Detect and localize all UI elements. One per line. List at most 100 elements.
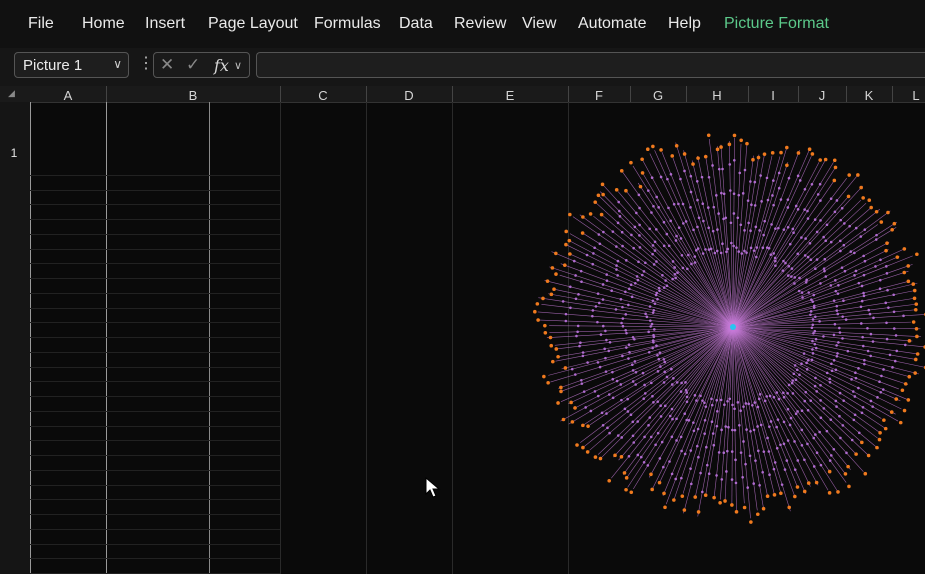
graph-node <box>827 491 832 495</box>
graph-node <box>572 259 576 263</box>
graph-node <box>815 390 819 393</box>
column-header-l[interactable]: L <box>892 88 925 103</box>
graph-node <box>621 354 624 358</box>
select-all-corner-icon[interactable]: ◢ <box>8 88 15 99</box>
tab-view[interactable]: View <box>522 15 556 33</box>
column-header-i[interactable]: I <box>748 88 798 103</box>
graph-node <box>670 154 675 158</box>
graph-node <box>753 401 757 404</box>
insert-function-icon[interactable]: fx <box>214 56 229 75</box>
graph-node <box>629 413 633 417</box>
tab-review[interactable]: Review <box>454 15 506 33</box>
graph-edge <box>732 326 887 430</box>
graph-node <box>648 305 652 308</box>
graph-node <box>730 450 734 453</box>
tab-data[interactable]: Data <box>399 15 433 33</box>
graph-node <box>767 246 771 250</box>
graph-node <box>617 200 620 204</box>
column-header-f[interactable]: F <box>568 88 630 103</box>
column-header-j[interactable]: J <box>798 88 846 103</box>
graph-node <box>631 369 635 372</box>
tab-help[interactable]: Help <box>668 15 701 33</box>
graph-node <box>750 203 753 206</box>
column-header-d[interactable]: D <box>366 88 452 103</box>
column-header-a[interactable]: A <box>30 88 106 103</box>
tab-home[interactable]: Home <box>82 15 125 33</box>
graph-node <box>723 499 727 503</box>
column-header-h[interactable]: H <box>686 88 748 103</box>
graph-node <box>618 215 622 218</box>
graph-node <box>767 450 771 453</box>
graph-node <box>605 338 608 342</box>
row-gridline <box>30 174 280 176</box>
graph-node <box>874 238 878 241</box>
graph-node <box>732 192 736 196</box>
graph-node <box>903 382 908 386</box>
graph-node <box>869 399 873 403</box>
graph-node <box>644 312 647 316</box>
column-header-e[interactable]: E <box>452 88 568 103</box>
column-header-k[interactable]: K <box>846 88 892 103</box>
graph-node <box>651 394 654 398</box>
graph-node <box>811 318 815 321</box>
chevron-down-icon[interactable]: ∨ <box>234 59 242 72</box>
graph-node <box>682 152 687 156</box>
graph-node <box>724 216 728 220</box>
graph-node <box>907 339 912 343</box>
graph-node <box>775 425 778 429</box>
graph-node <box>627 357 630 360</box>
graph-node <box>686 267 689 271</box>
graph-node <box>611 370 614 374</box>
name-box-value: Picture 1 <box>23 57 83 74</box>
graph-node <box>672 376 675 380</box>
graph-node <box>554 272 558 276</box>
graph-node <box>777 171 781 175</box>
tab-formulas[interactable]: Formulas <box>314 15 381 33</box>
column-header-c[interactable]: C <box>280 88 366 103</box>
graph-node <box>581 445 585 450</box>
graph-node <box>798 276 801 280</box>
graph-node <box>856 173 860 177</box>
formula-input[interactable] <box>256 52 925 78</box>
cancel-icon[interactable]: ✕ <box>160 55 174 75</box>
graph-node <box>832 178 837 183</box>
graph-node <box>659 365 662 368</box>
graph-node <box>584 406 587 409</box>
graph-node <box>715 398 719 402</box>
graph-edge <box>732 326 899 390</box>
graph-node <box>876 396 879 399</box>
graph-node <box>636 453 640 457</box>
graph-node <box>675 234 678 238</box>
graph-node <box>680 449 683 453</box>
graph-node <box>836 312 840 316</box>
tab-picture-format[interactable]: Picture Format <box>724 15 829 33</box>
graph-node <box>797 289 801 293</box>
graph-node <box>651 252 654 256</box>
graph-node <box>853 395 857 398</box>
graph-node <box>889 410 894 414</box>
graph-node <box>787 264 791 268</box>
graph-node <box>585 253 589 257</box>
graph-node <box>912 288 917 293</box>
graph-node <box>589 409 593 413</box>
column-header-b[interactable]: B <box>106 88 280 103</box>
more-options-icon[interactable]: ⋮ <box>138 53 154 73</box>
chevron-down-icon[interactable]: ∨ <box>113 57 122 71</box>
network-graph-picture[interactable] <box>0 102 925 574</box>
tab-page-layout[interactable]: Page Layout <box>208 15 298 33</box>
tab-insert[interactable]: Insert <box>145 15 185 33</box>
graph-node <box>737 250 741 253</box>
graph-node <box>786 407 790 411</box>
graph-node <box>696 198 699 202</box>
name-box[interactable]: Picture 1 ∨ <box>14 52 129 78</box>
graph-node <box>791 379 795 382</box>
graph-node <box>779 198 783 201</box>
column-header-g[interactable]: G <box>630 88 686 103</box>
graph-node <box>626 397 629 401</box>
graph-node <box>625 331 628 335</box>
tab-file[interactable]: File <box>28 15 54 33</box>
graph-node <box>812 436 816 440</box>
graph-node <box>842 299 845 303</box>
enter-check-icon[interactable]: ✓ <box>186 55 200 75</box>
tab-automate[interactable]: Automate <box>578 15 646 33</box>
